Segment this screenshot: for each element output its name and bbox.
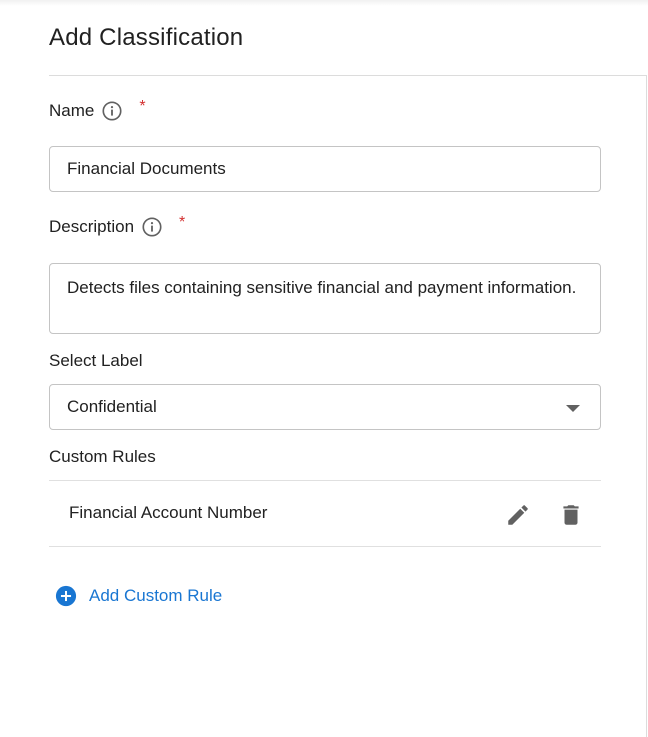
required-mark: * (139, 98, 146, 115)
custom-rules-label: Custom Rules (49, 447, 156, 466)
trash-icon[interactable] (557, 501, 585, 529)
list-item: Financial Account Number (49, 480, 601, 547)
name-input[interactable]: Financial Documents (49, 146, 601, 192)
label-select[interactable]: Confidential (49, 384, 601, 430)
description-textarea-value: Detects files containing sensitive finan… (67, 278, 577, 297)
panel-right-border (646, 75, 647, 737)
description-label-row: Description * (49, 214, 186, 238)
add-classification-panel: Add Classification Name * Financial Docu… (0, 0, 648, 737)
name-label: Name (49, 101, 95, 120)
top-shadow (0, 0, 648, 6)
info-icon[interactable] (141, 216, 163, 238)
caret-down-icon (566, 405, 580, 412)
add-custom-rule-button[interactable]: Add Custom Rule (55, 585, 222, 607)
select-label-label: Select Label (49, 351, 143, 370)
add-custom-rule-label: Add Custom Rule (89, 586, 223, 605)
name-input-value: Financial Documents (67, 159, 226, 178)
name-label-row: Name * (49, 98, 146, 122)
description-label: Description (49, 217, 135, 236)
description-textarea[interactable]: Detects files containing sensitive finan… (49, 263, 601, 334)
required-mark: * (179, 214, 186, 231)
info-icon[interactable] (101, 100, 123, 122)
pencil-icon[interactable] (504, 501, 532, 529)
plus-circle-icon (55, 585, 77, 607)
rule-name: Financial Account Number (69, 503, 268, 522)
label-select-value: Confidential (67, 397, 157, 416)
title-divider (49, 75, 647, 76)
page-title: Add Classification (49, 24, 244, 51)
